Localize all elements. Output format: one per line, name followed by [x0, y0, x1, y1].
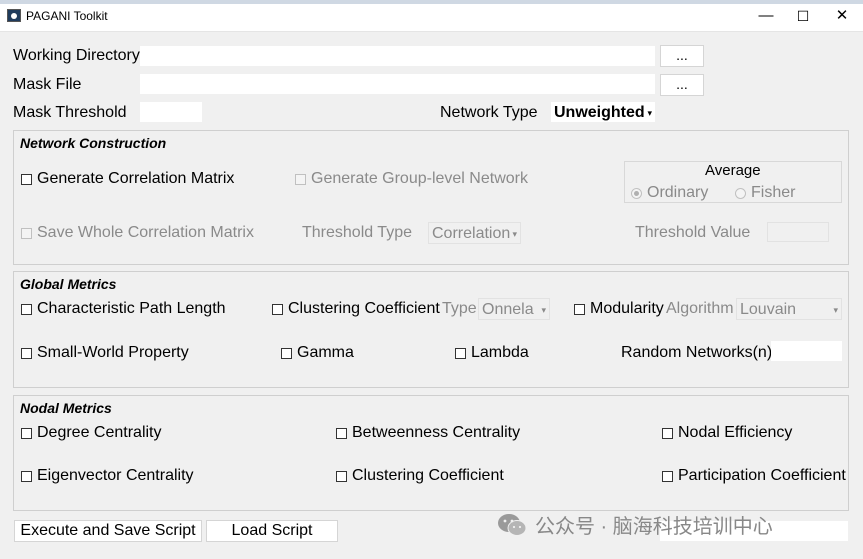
small-world-property-label: Small-World Property	[37, 344, 189, 361]
nodal-efficiency-checkbox[interactable]: Nodal Efficiency	[662, 424, 792, 442]
threshold-type-value: Correlation	[432, 225, 511, 242]
betweenness-centrality-checkbox[interactable]: Betweenness Centrality	[336, 424, 520, 442]
wechat-icon	[498, 513, 527, 536]
checkbox-box[interactable]	[574, 303, 585, 315]
nodal-clustering-coefficient-label: Clustering Coefficient	[352, 467, 504, 484]
checkbox-box[interactable]	[455, 347, 466, 359]
algorithm-label: Algorithm	[666, 300, 734, 317]
characteristic-path-length-label: Characteristic Path Length	[37, 300, 226, 317]
type-label: Type	[442, 300, 477, 317]
checkbox-box[interactable]	[336, 427, 347, 439]
average-fisher-radio[interactable]: Fisher	[735, 184, 795, 202]
threshold-type-select[interactable]: Correlation ▾	[428, 222, 521, 244]
degree-centrality-label: Degree Centrality	[37, 424, 162, 441]
generate-group-level-network-checkbox[interactable]: Generate Group-level Network	[295, 170, 528, 188]
chevron-down-icon: ▾	[647, 108, 652, 118]
load-script-button[interactable]: Load Script	[206, 520, 338, 542]
modularity-algorithm-select[interactable]: Louvain ▾	[736, 298, 842, 320]
network-type-value: Unweighted	[554, 104, 645, 121]
radio-dot[interactable]	[735, 187, 746, 199]
global-clustering-coefficient-label: Clustering Coefficient	[288, 300, 440, 317]
checkbox-box[interactable]	[295, 173, 306, 185]
minimize-button[interactable]: —	[746, 0, 786, 32]
modularity-checkbox[interactable]: Modularity	[574, 300, 664, 318]
checkbox-box[interactable]	[272, 303, 283, 315]
working-directory-input[interactable]	[140, 46, 655, 66]
checkbox-box[interactable]	[662, 427, 673, 439]
checkbox-box[interactable]	[21, 347, 32, 359]
taskbar-strip	[0, 0, 863, 4]
mask-file-input[interactable]	[140, 74, 655, 94]
checkbox-box[interactable]	[21, 227, 32, 239]
save-whole-correlation-matrix-label: Save Whole Correlation Matrix	[37, 224, 254, 241]
average-ordinary-radio[interactable]: Ordinary	[631, 184, 708, 202]
degree-centrality-checkbox[interactable]: Degree Centrality	[21, 424, 162, 442]
checkbox-box[interactable]	[336, 470, 347, 482]
app-icon	[7, 9, 21, 22]
checkbox-box[interactable]	[21, 470, 32, 482]
network-construction-group: Network Construction Generate Correlatio…	[13, 130, 849, 265]
eigenvector-centrality-label: Eigenvector Centrality	[37, 467, 194, 484]
network-type-label: Network Type	[440, 104, 538, 121]
lambda-checkbox[interactable]: Lambda	[455, 344, 529, 362]
random-networks-label: Random Networks(n)	[621, 344, 773, 361]
participation-coefficient-label: Participation Coefficient	[678, 467, 846, 484]
clustering-type-value: Onnela	[482, 301, 534, 318]
nodal-clustering-coefficient-checkbox[interactable]: Clustering Coefficient	[336, 467, 504, 485]
mask-file-label: Mask File	[13, 76, 82, 93]
network-type-select[interactable]: Unweighted ▾	[550, 101, 656, 123]
average-panel: Average Ordinary Fisher	[624, 161, 842, 203]
save-whole-correlation-matrix-checkbox[interactable]: Save Whole Correlation Matrix	[21, 224, 254, 242]
modularity-label: Modularity	[590, 300, 664, 317]
gamma-checkbox[interactable]: Gamma	[281, 344, 354, 362]
betweenness-centrality-label: Betweenness Centrality	[352, 424, 521, 441]
mask-threshold-label: Mask Threshold	[13, 104, 127, 121]
generate-correlation-matrix-label: Generate Correlation Matrix	[37, 170, 235, 187]
close-button[interactable]: ✕	[822, 0, 862, 32]
gamma-label: Gamma	[297, 344, 354, 361]
mask-file-browse-button[interactable]: ...	[660, 74, 704, 96]
maximize-button[interactable]: ☐	[783, 0, 823, 32]
window-title: PAGANI Toolkit	[26, 9, 108, 23]
modularity-algorithm-value: Louvain	[740, 301, 797, 318]
chevron-down-icon: ▾	[512, 229, 517, 239]
working-directory-browse-button[interactable]: ...	[660, 45, 704, 67]
checkbox-box[interactable]	[662, 470, 673, 482]
lambda-label: Lambda	[471, 344, 529, 361]
network-construction-title: Network Construction	[20, 135, 167, 151]
checkbox-box[interactable]	[281, 347, 292, 359]
chevron-down-icon: ▾	[833, 305, 838, 315]
global-metrics-group: Global Metrics Characteristic Path Lengt…	[13, 271, 849, 388]
threshold-type-label: Threshold Type	[302, 224, 412, 241]
generate-group-level-network-label: Generate Group-level Network	[311, 170, 528, 187]
nodal-efficiency-label: Nodal Efficiency	[678, 424, 793, 441]
random-networks-input[interactable]	[771, 341, 842, 361]
threshold-value-input[interactable]	[767, 222, 829, 242]
characteristic-path-length-checkbox[interactable]: Characteristic Path Length	[21, 300, 226, 318]
generate-correlation-matrix-checkbox[interactable]: Generate Correlation Matrix	[21, 170, 234, 188]
nodal-metrics-title: Nodal Metrics	[20, 400, 112, 416]
average-ordinary-label: Ordinary	[647, 184, 709, 201]
checkbox-box[interactable]	[21, 173, 32, 185]
global-clustering-coefficient-checkbox[interactable]: Clustering Coefficient	[272, 300, 440, 318]
average-title: Average	[705, 162, 761, 179]
radio-dot[interactable]	[631, 187, 642, 199]
working-directory-label: Working Directory	[13, 47, 140, 64]
execute-and-save-script-button[interactable]: Execute and Save Script	[14, 520, 202, 542]
threshold-value-label: Threshold Value	[635, 224, 751, 241]
checkbox-box[interactable]	[21, 303, 32, 315]
global-metrics-title: Global Metrics	[20, 276, 117, 292]
watermark: 公众号 · 脑海科技培训中心	[497, 510, 773, 539]
title-bar: PAGANI Toolkit — ☐ ✕	[0, 0, 863, 32]
chevron-down-icon: ▾	[541, 305, 546, 315]
mask-threshold-input[interactable]	[140, 102, 202, 122]
watermark-text: 公众号 · 脑海科技培训中心	[535, 516, 773, 538]
nodal-metrics-group: Nodal Metrics Degree Centrality Betweenn…	[13, 395, 849, 511]
checkbox-box[interactable]	[21, 427, 32, 439]
eigenvector-centrality-checkbox[interactable]: Eigenvector Centrality	[21, 467, 194, 485]
clustering-type-select[interactable]: Onnela ▾	[478, 298, 550, 320]
small-world-property-checkbox[interactable]: Small-World Property	[21, 344, 189, 362]
average-fisher-label: Fisher	[751, 184, 796, 201]
participation-coefficient-checkbox[interactable]: Participation Coefficient	[662, 467, 846, 485]
